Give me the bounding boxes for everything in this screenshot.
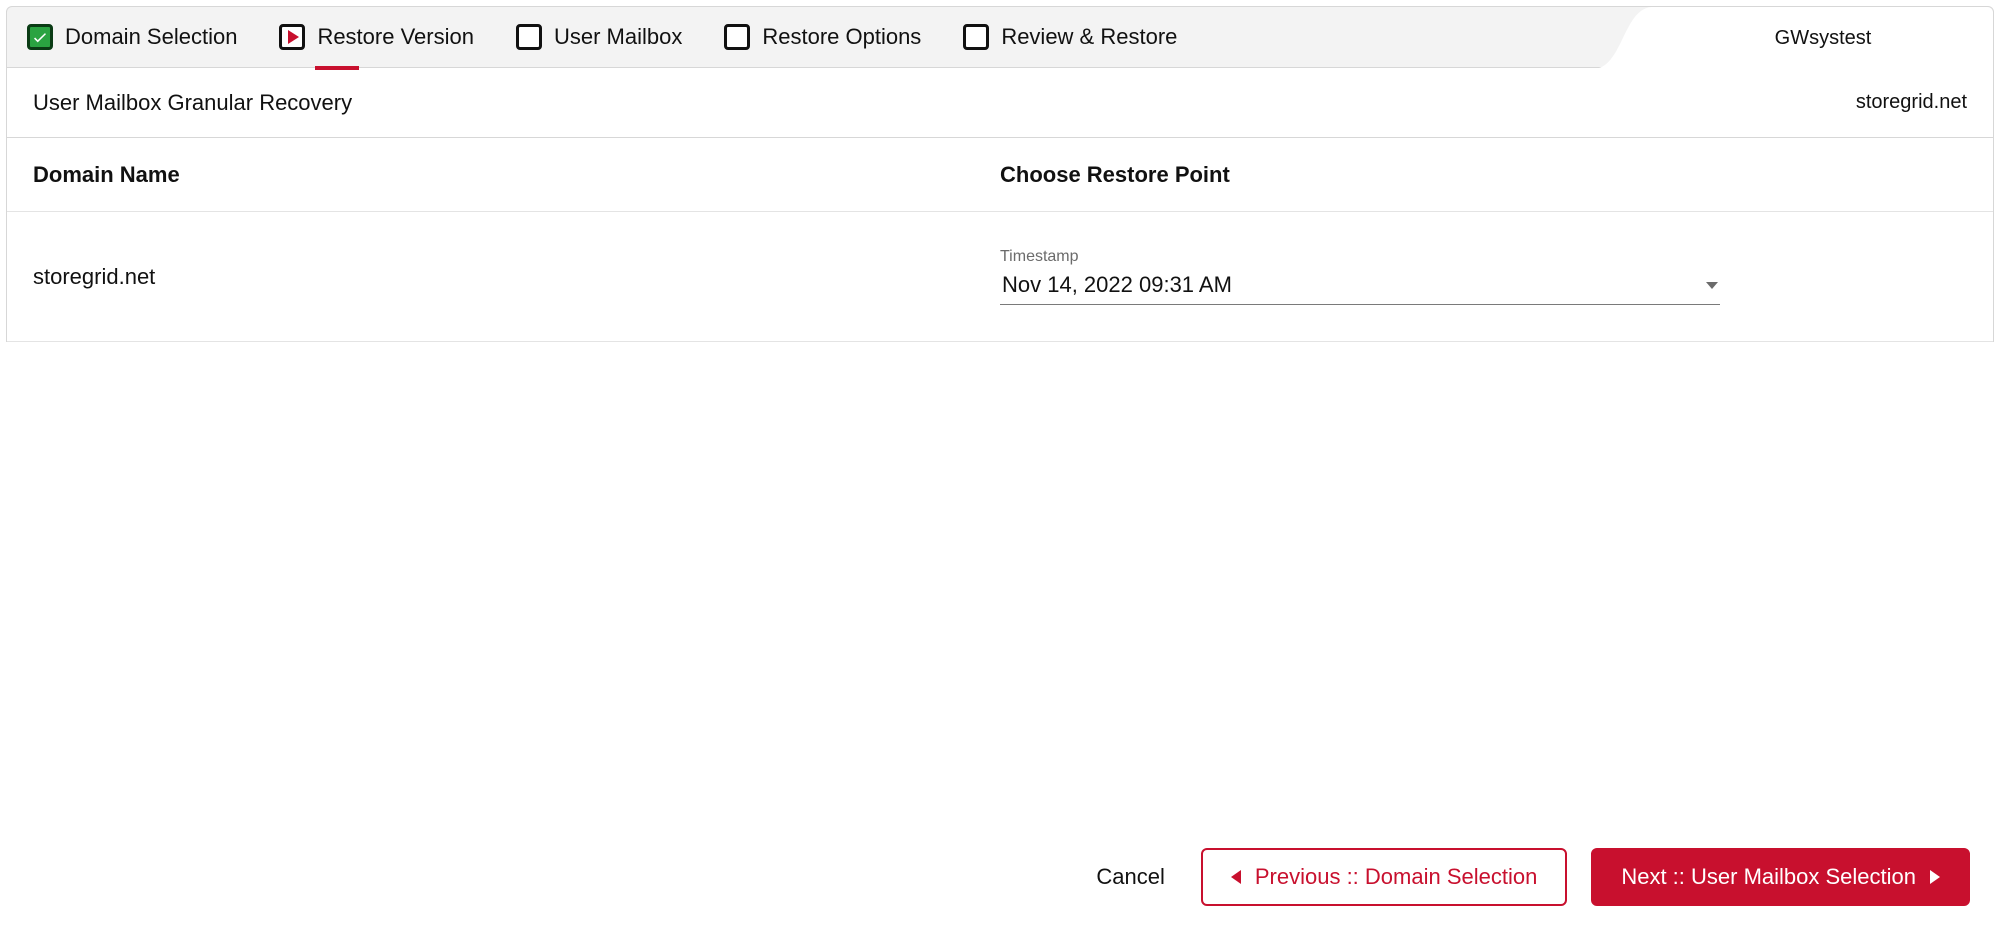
wizard-steps-bar: Domain Selection Restore Version User Ma… <box>6 6 1994 68</box>
step-current-icon <box>279 24 305 50</box>
timestamp-value: Nov 14, 2022 09:31 AM <box>1002 272 1232 298</box>
next-button[interactable]: Next :: User Mailbox Selection <box>1591 848 1970 906</box>
timestamp-dropdown[interactable]: Nov 14, 2022 09:31 AM <box>1000 268 1720 305</box>
step-domain-selection[interactable]: Domain Selection <box>27 24 237 50</box>
previous-button[interactable]: Previous :: Domain Selection <box>1201 848 1567 906</box>
column-header-restore: Choose Restore Point <box>1000 162 1967 188</box>
previous-label: Previous :: Domain Selection <box>1255 864 1537 890</box>
step-restore-version[interactable]: Restore Version <box>279 24 474 50</box>
page-subheader: User Mailbox Granular Recovery storegrid… <box>6 68 1994 138</box>
cancel-label: Cancel <box>1096 864 1164 889</box>
step-label: Restore Version <box>317 24 474 50</box>
step-pending-icon <box>724 24 750 50</box>
timestamp-label: Timestamp <box>1000 248 1720 266</box>
column-header-domain: Domain Name <box>33 162 1000 188</box>
current-step-underline <box>315 66 359 70</box>
next-label: Next :: User Mailbox Selection <box>1621 864 1916 890</box>
step-review-restore[interactable]: Review & Restore <box>963 24 1177 50</box>
step-restore-options[interactable]: Restore Options <box>724 24 921 50</box>
step-label: User Mailbox <box>554 24 682 50</box>
triangle-left-icon <box>1231 870 1241 884</box>
chevron-down-icon <box>1706 282 1718 289</box>
step-label: Domain Selection <box>65 24 237 50</box>
triangle-right-icon <box>1930 870 1940 884</box>
step-done-icon <box>27 24 53 50</box>
wizard-footer: Cancel Previous :: Domain Selection Next… <box>1084 848 1970 906</box>
tenant-tab[interactable]: GWsystest <box>1653 7 1993 69</box>
step-user-mailbox[interactable]: User Mailbox <box>516 24 682 50</box>
columns-header: Domain Name Choose Restore Point <box>7 138 1993 212</box>
tenant-name: GWsystest <box>1775 27 1872 50</box>
restore-point-select[interactable]: Timestamp Nov 14, 2022 09:31 AM <box>1000 248 1720 305</box>
domain-value: storegrid.net <box>33 264 1000 290</box>
step-pending-icon <box>963 24 989 50</box>
step-label: Restore Options <box>762 24 921 50</box>
page-domain: storegrid.net <box>1856 91 1967 114</box>
page-title: User Mailbox Granular Recovery <box>33 90 352 116</box>
cancel-button[interactable]: Cancel <box>1084 864 1176 890</box>
domain-row: storegrid.net Timestamp Nov 14, 2022 09:… <box>7 212 1993 342</box>
step-pending-icon <box>516 24 542 50</box>
main-panel: Domain Name Choose Restore Point storegr… <box>6 138 1994 342</box>
step-label: Review & Restore <box>1001 24 1177 50</box>
